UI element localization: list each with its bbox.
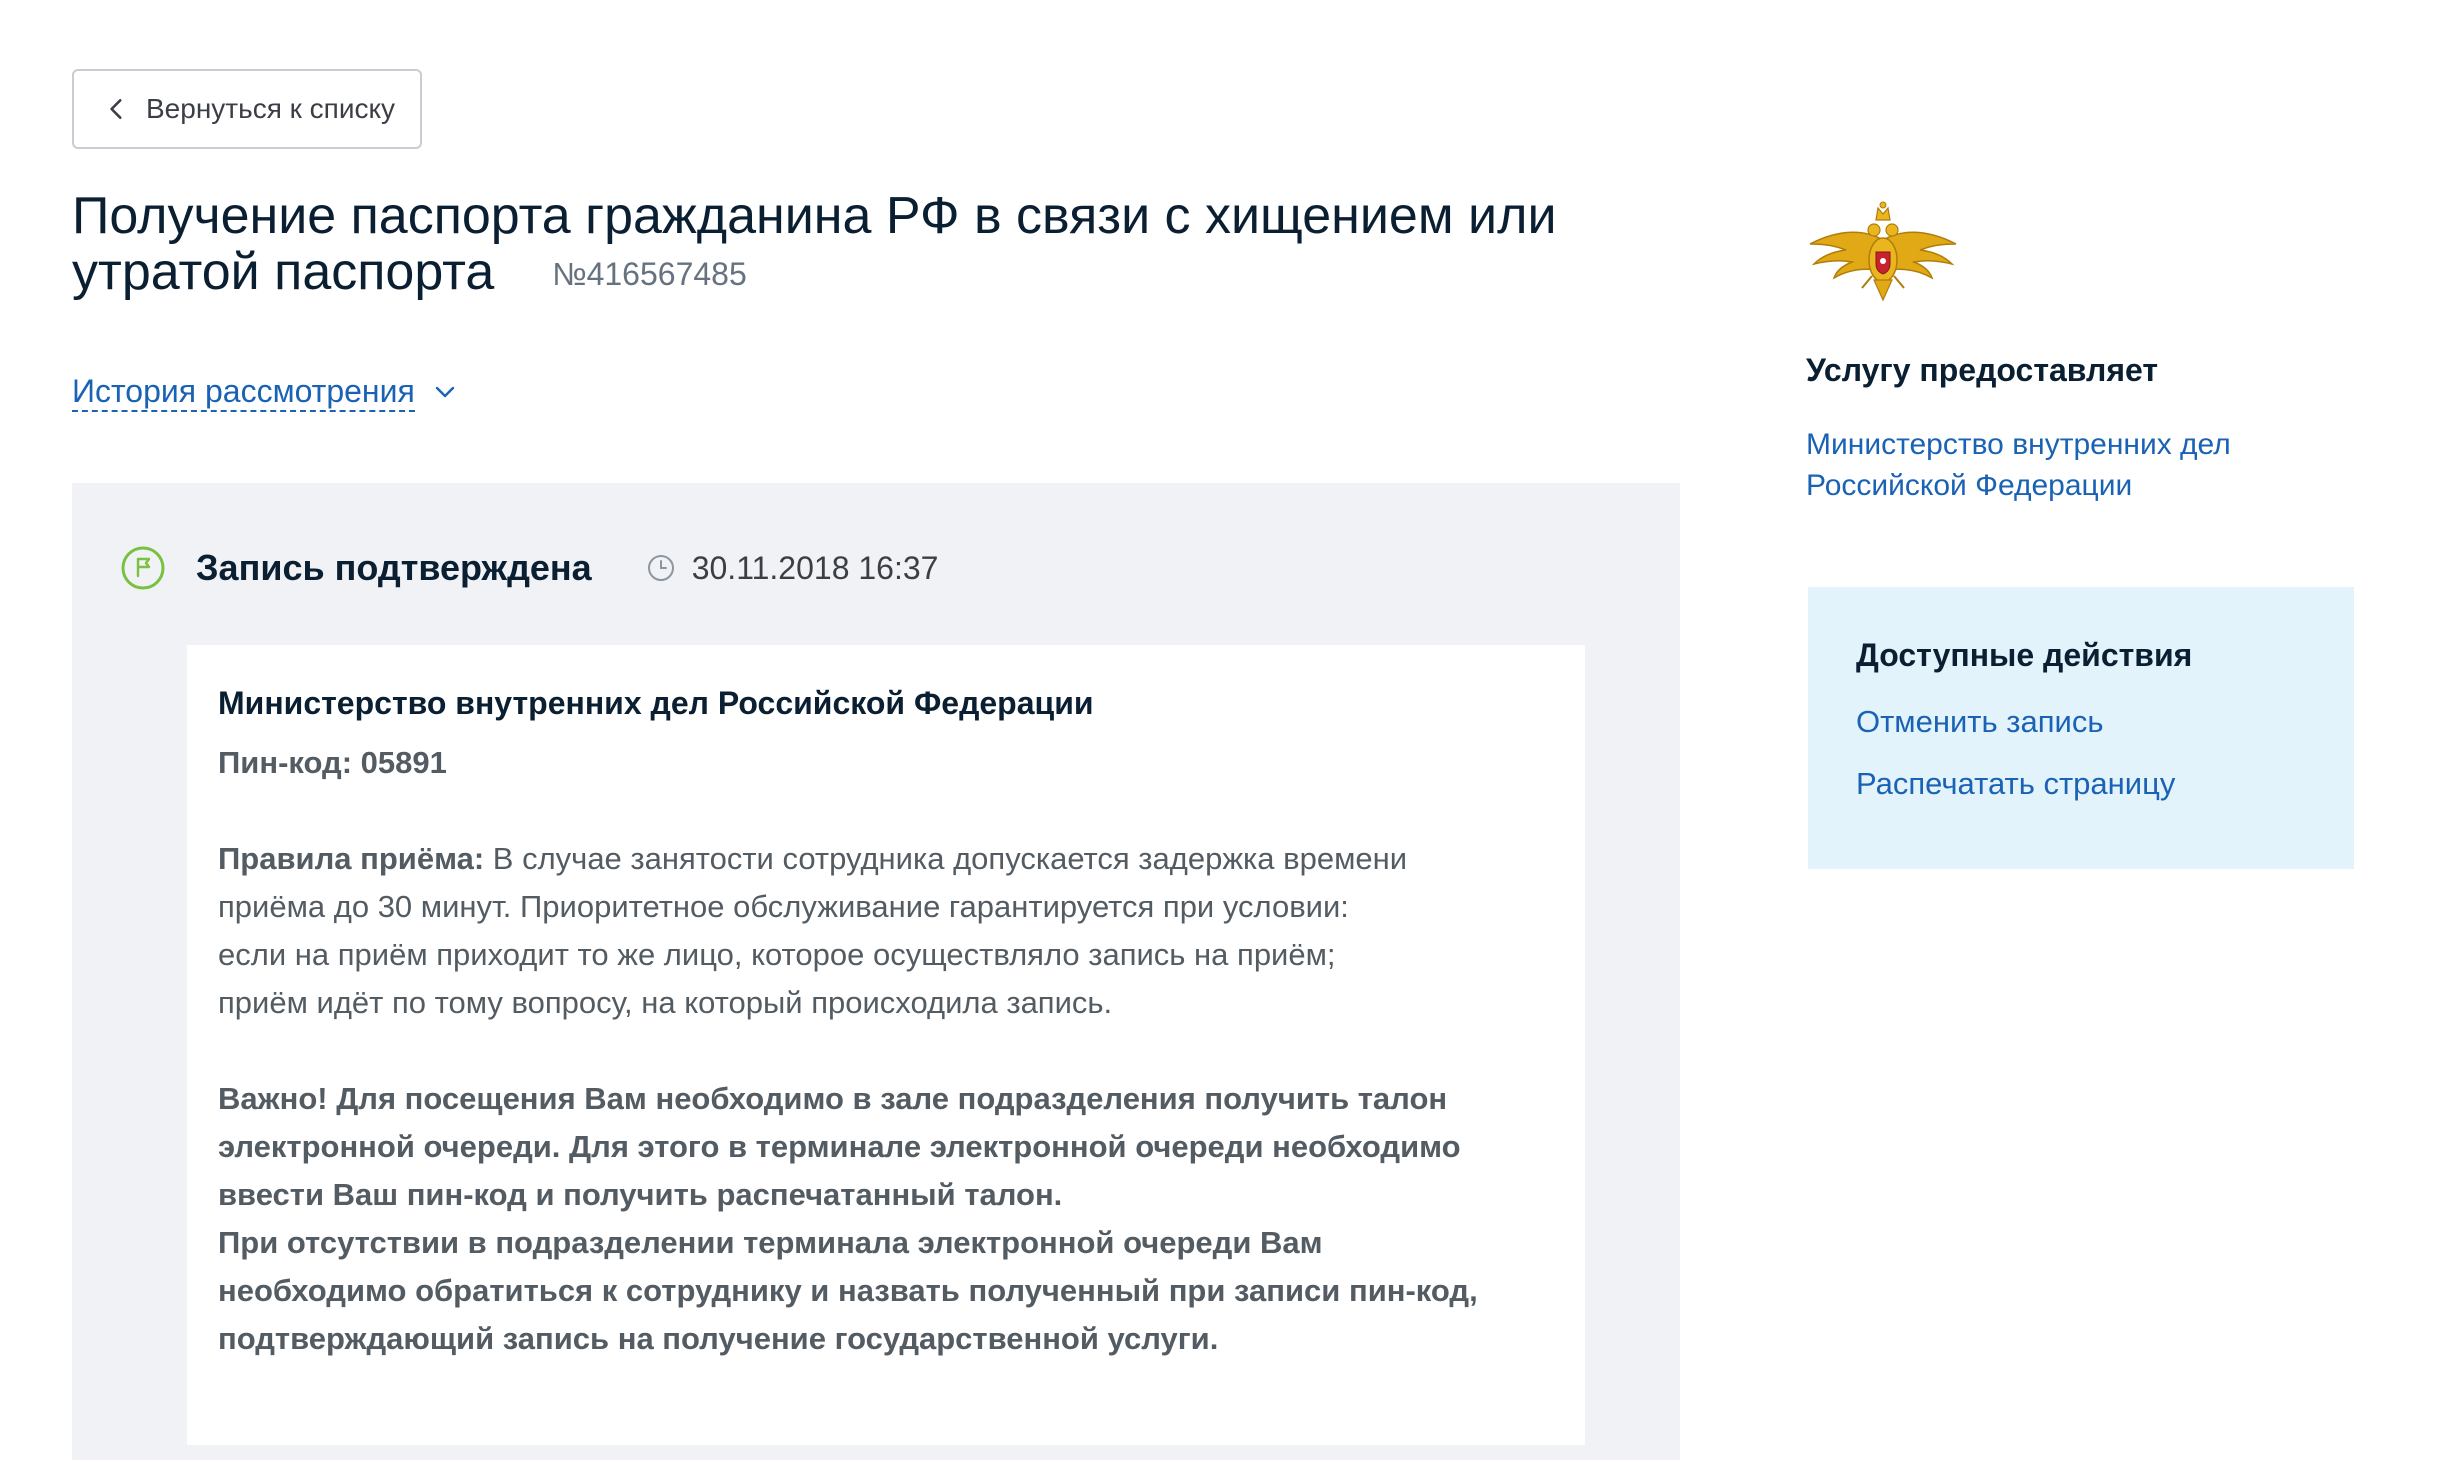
mvd-emblem-icon	[1809, 201, 1957, 302]
status-row: Запись подтверждена 30.11.2018 16:37	[120, 545, 938, 591]
status-title: Запись подтверждена	[196, 547, 592, 588]
important-text-2: При отсутствии в подразделении терминала…	[218, 1225, 1478, 1356]
actions-heading: Доступные действия	[1856, 637, 2193, 673]
available-actions-box: Доступные действия Отменить запись Распе…	[1808, 587, 2354, 869]
provider-link[interactable]: Министерство внутренних дел Российской Ф…	[1806, 424, 2326, 506]
organization-name: Министерство внутренних дел Российской Ф…	[218, 685, 1094, 721]
appointment-details-card: Министерство внутренних дел Российской Ф…	[187, 645, 1585, 1445]
important-notice: Важно! Для посещения Вам необходимо в за…	[218, 1075, 1478, 1363]
reception-rules: Правила приёма: В случае занятости сотру…	[218, 835, 1478, 1027]
print-page-link[interactable]: Распечатать страницу	[1856, 766, 2354, 802]
important-text-1: Важно! Для посещения Вам необходимо в за…	[218, 1081, 1461, 1212]
history-label: История рассмотрения	[72, 372, 415, 412]
rules-condition-2: приём идёт по тому вопросу, на который п…	[218, 985, 1113, 1020]
service-title: Получение паспорта гражданина РФ в связи…	[72, 187, 1557, 301]
status-datetime: 30.11.2018 16:37	[691, 549, 939, 586]
back-to-list-button[interactable]: Вернуться к списку	[72, 69, 422, 149]
provider-heading: Услугу предоставляет	[1806, 352, 2159, 388]
clock-icon	[647, 555, 674, 581]
cancel-appointment-link[interactable]: Отменить запись	[1856, 704, 2354, 740]
chevron-down-icon	[435, 386, 454, 398]
history-toggle[interactable]: История рассмотрения	[72, 372, 457, 412]
chevron-left-icon	[110, 99, 122, 119]
page-title: Получение паспорта гражданина РФ в связи…	[72, 188, 1632, 302]
pin-code: Пин-код: 05891	[218, 745, 447, 780]
flag-icon	[121, 546, 165, 590]
rules-label: Правила приёма:	[218, 841, 485, 876]
back-button-label: Вернуться к списку	[146, 93, 396, 124]
rules-condition-1: если на приём приходит то же лицо, котор…	[218, 937, 1336, 972]
order-number: №416567485	[552, 256, 747, 292]
status-panel: Запись подтверждена 30.11.2018 16:37 Мин…	[72, 483, 1680, 1460]
